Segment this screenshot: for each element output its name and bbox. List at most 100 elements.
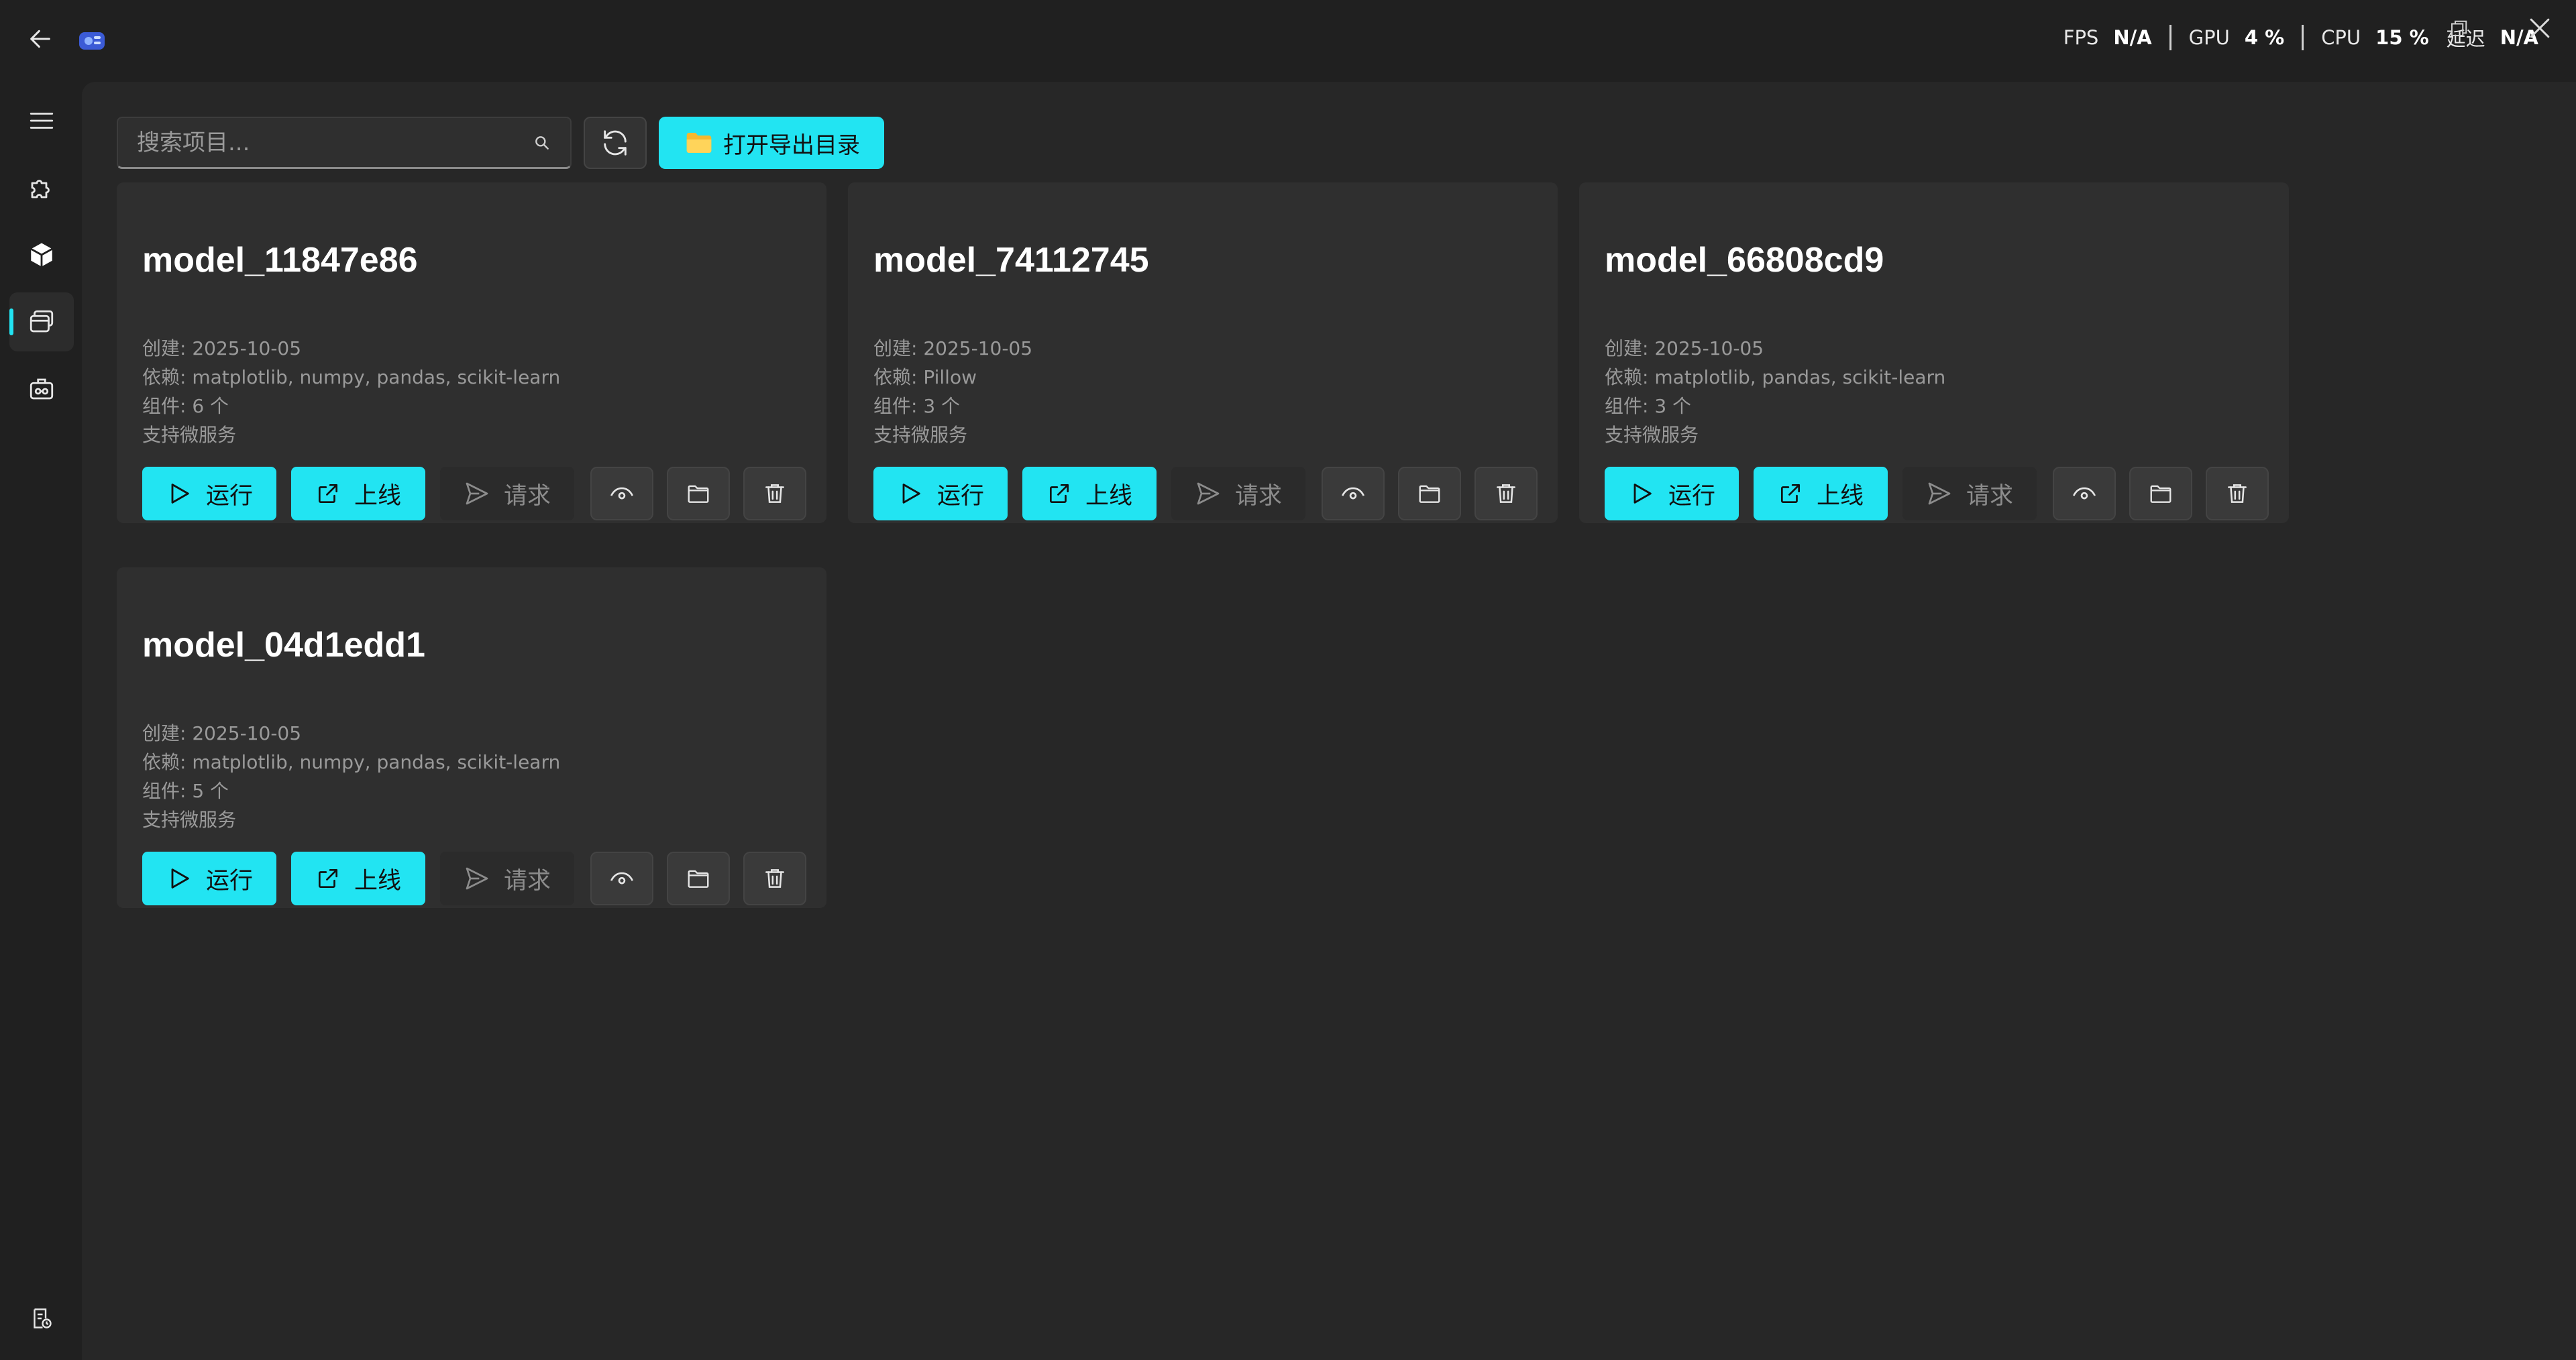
play-icon	[902, 484, 920, 504]
project-components: 组件: 5 个	[142, 780, 229, 802]
delete-button[interactable]	[2206, 467, 2269, 520]
folder-icon	[2150, 485, 2171, 503]
project-meta: 创建: 2025-10-05 依赖: Pillow 组件: 3 个 支持微服务	[873, 334, 1032, 449]
preview-button[interactable]	[2053, 467, 2116, 520]
preview-button[interactable]	[590, 852, 653, 905]
run-label: 运行	[1668, 482, 1715, 510]
project-microservice: 支持微服务	[142, 809, 237, 831]
sidebar-item-plugins[interactable]	[9, 158, 74, 217]
project-card: model_66808cd9 创建: 2025-10-05 依赖: matplo…	[1579, 182, 2289, 523]
sidebar-item-menu[interactable]	[9, 91, 74, 150]
folder-icon	[686, 133, 712, 153]
trash-icon	[765, 869, 784, 888]
performance-metrics: FPS N/A GPU 4 % CPU 15 % 延迟 N/A	[2046, 23, 2556, 52]
card-actions: 运行 上线 请求	[873, 467, 1538, 520]
open-export-dir-label: 打开导出目录	[723, 131, 860, 159]
refresh-button[interactable]	[584, 117, 647, 169]
search-input[interactable]	[118, 117, 523, 168]
project-card: model_11847e86 创建: 2025-10-05 依赖: matplo…	[117, 182, 826, 523]
project-microservice: 支持微服务	[142, 424, 237, 446]
play-icon	[1633, 484, 1652, 504]
request-button[interactable]: 请求	[440, 467, 574, 520]
search-icon[interactable]	[523, 124, 561, 162]
deploy-label: 上线	[354, 482, 401, 510]
project-meta: 创建: 2025-10-05 依赖: matplotlib, pandas, s…	[1605, 334, 1945, 449]
project-created: 创建: 2025-10-05	[1605, 337, 1764, 359]
project-title: model_04d1edd1	[142, 626, 425, 665]
eye-icon	[610, 872, 634, 885]
request-label: 请求	[1966, 482, 2013, 510]
send-icon	[1928, 482, 1951, 505]
project-deps: 依赖: Pillow	[873, 366, 977, 388]
project-meta: 创建: 2025-10-05 依赖: matplotlib, numpy, pa…	[142, 719, 560, 834]
delete-button[interactable]	[743, 852, 806, 905]
folder-icon	[1419, 485, 1440, 503]
open-folder-button[interactable]	[667, 852, 730, 905]
request-button[interactable]: 请求	[1902, 467, 2037, 520]
folder-icon	[688, 870, 709, 888]
sidebar-item-logs[interactable]	[9, 1298, 74, 1339]
metric-label: CPU	[2321, 26, 2361, 49]
run-button[interactable]: 运行	[142, 467, 276, 520]
project-card: model_74112745 创建: 2025-10-05 依赖: Pillow…	[848, 182, 1558, 523]
project-components: 组件: 3 个	[873, 395, 961, 417]
run-button[interactable]: 运行	[873, 467, 1008, 520]
delete-button[interactable]	[743, 467, 806, 520]
open-export-dir-button[interactable]: 打开导出目录	[659, 117, 884, 169]
project-components: 组件: 3 个	[1605, 395, 1692, 417]
run-button[interactable]: 运行	[1605, 467, 1739, 520]
card-actions: 运行 上线 请求	[142, 467, 806, 520]
metric-value: 15 %	[2375, 26, 2429, 49]
open-folder-button[interactable]	[667, 467, 730, 520]
project-created: 创建: 2025-10-05	[142, 722, 302, 744]
project-components: 组件: 6 个	[142, 395, 229, 417]
request-label: 请求	[1234, 482, 1282, 510]
app-logo-icon	[75, 27, 109, 54]
deploy-label: 上线	[1816, 482, 1864, 510]
log-history-icon	[34, 1308, 52, 1328]
open-folder-button[interactable]	[1398, 467, 1461, 520]
preview-button[interactable]	[1322, 467, 1385, 520]
eye-icon	[610, 487, 634, 500]
request-button[interactable]: 请求	[1171, 467, 1305, 520]
external-link-icon	[318, 484, 337, 504]
puzzle-icon	[31, 180, 50, 199]
play-icon	[171, 484, 189, 504]
metric-label: GPU	[2188, 26, 2230, 49]
sidebar-item-projects[interactable]	[9, 292, 74, 351]
sidebar-item-models[interactable]	[9, 225, 74, 284]
deploy-button[interactable]: 上线	[1022, 467, 1157, 520]
trash-icon	[1497, 484, 1515, 503]
close-icon	[2530, 18, 2550, 38]
project-microservice: 支持微服务	[873, 424, 968, 446]
window-stack-icon	[30, 310, 54, 333]
metric-value: 4 %	[2244, 26, 2285, 49]
deploy-button[interactable]: 上线	[291, 852, 425, 905]
cube-icon	[30, 243, 53, 267]
eye-icon	[1341, 487, 1365, 500]
card-actions: 运行 上线 请求	[1605, 467, 2269, 520]
preview-button[interactable]	[590, 467, 653, 520]
metric-cpu: CPU 15 %	[2304, 26, 2446, 49]
close-window-button[interactable]	[2525, 13, 2555, 43]
deploy-button[interactable]: 上线	[291, 467, 425, 520]
card-actions: 运行 上线 请求	[142, 852, 806, 905]
project-microservice: 支持微服务	[1605, 424, 1699, 446]
send-icon	[1197, 482, 1220, 505]
sidebar-item-toolbox[interactable]	[9, 359, 74, 418]
open-folder-button[interactable]	[2129, 467, 2192, 520]
back-button[interactable]	[21, 20, 59, 58]
search-box	[117, 117, 572, 169]
request-label: 请求	[503, 867, 551, 895]
request-button[interactable]: 请求	[440, 852, 574, 905]
deploy-button[interactable]: 上线	[1754, 467, 1888, 520]
project-created: 创建: 2025-10-05	[873, 337, 1033, 359]
send-icon	[466, 867, 488, 890]
restore-window-icon[interactable]	[2449, 19, 2469, 39]
run-label: 运行	[936, 482, 984, 510]
metric-gpu: GPU 4 %	[2171, 26, 2302, 49]
run-button[interactable]: 运行	[142, 852, 276, 905]
delete-button[interactable]	[1474, 467, 1538, 520]
toolbar: 打开导出目录	[117, 115, 884, 170]
refresh-icon	[604, 130, 627, 156]
